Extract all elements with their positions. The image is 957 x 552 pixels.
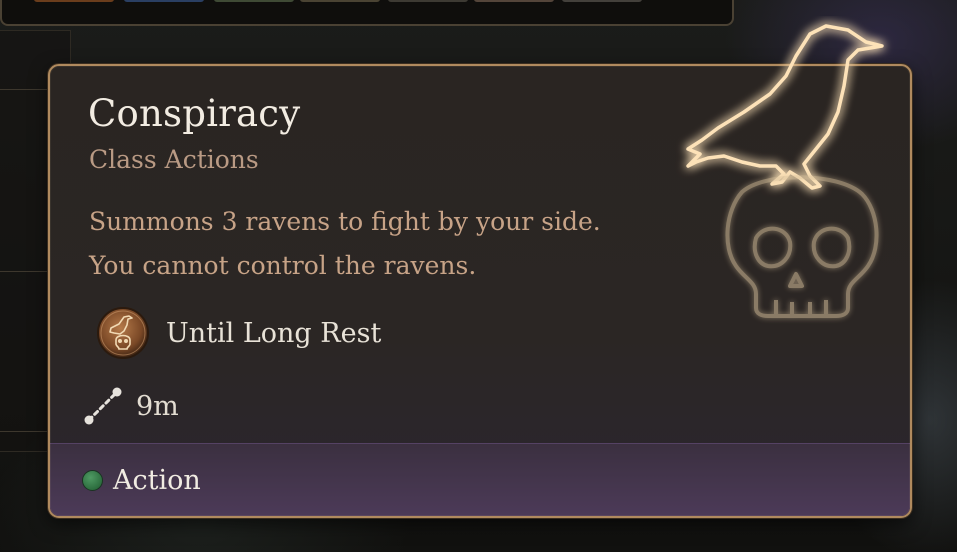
hotbar-slot[interactable] [300, 0, 380, 2]
tooltip-description: Summons 3 ravens to fight by your side. … [89, 200, 601, 288]
action-cost-label: Action [113, 464, 201, 496]
range-row: 9m [80, 384, 179, 428]
hotbar-slot[interactable] [214, 0, 294, 2]
description-line: Summons 3 ravens to fight by your side. [89, 207, 601, 236]
hotbar-slot[interactable] [124, 0, 204, 2]
range-icon [84, 387, 122, 425]
description-line: You cannot control the ravens. [89, 251, 477, 280]
action-resource-icon [82, 469, 103, 491]
hotbar-slot[interactable] [34, 0, 114, 2]
tooltip-title: Conspiracy [88, 92, 301, 135]
game-scene: Conspiracy Class Actions Summons 3 raven… [0, 0, 957, 552]
hotbar [0, 0, 734, 26]
duration-label: Until Long Rest [166, 317, 382, 349]
hotbar-slot[interactable] [388, 0, 468, 2]
range-value: 9m [136, 390, 179, 422]
tooltip-category: Class Actions [89, 145, 259, 174]
raven-skull-icon [97, 307, 149, 359]
duration-row: Until Long Rest [96, 305, 381, 361]
action-cost: Action [82, 460, 201, 500]
hotbar-slot[interactable] [474, 0, 554, 2]
hotbar-slot[interactable] [562, 0, 642, 2]
tooltip-footer: Action [50, 443, 910, 516]
raven-on-skull-icon [686, 24, 884, 318]
